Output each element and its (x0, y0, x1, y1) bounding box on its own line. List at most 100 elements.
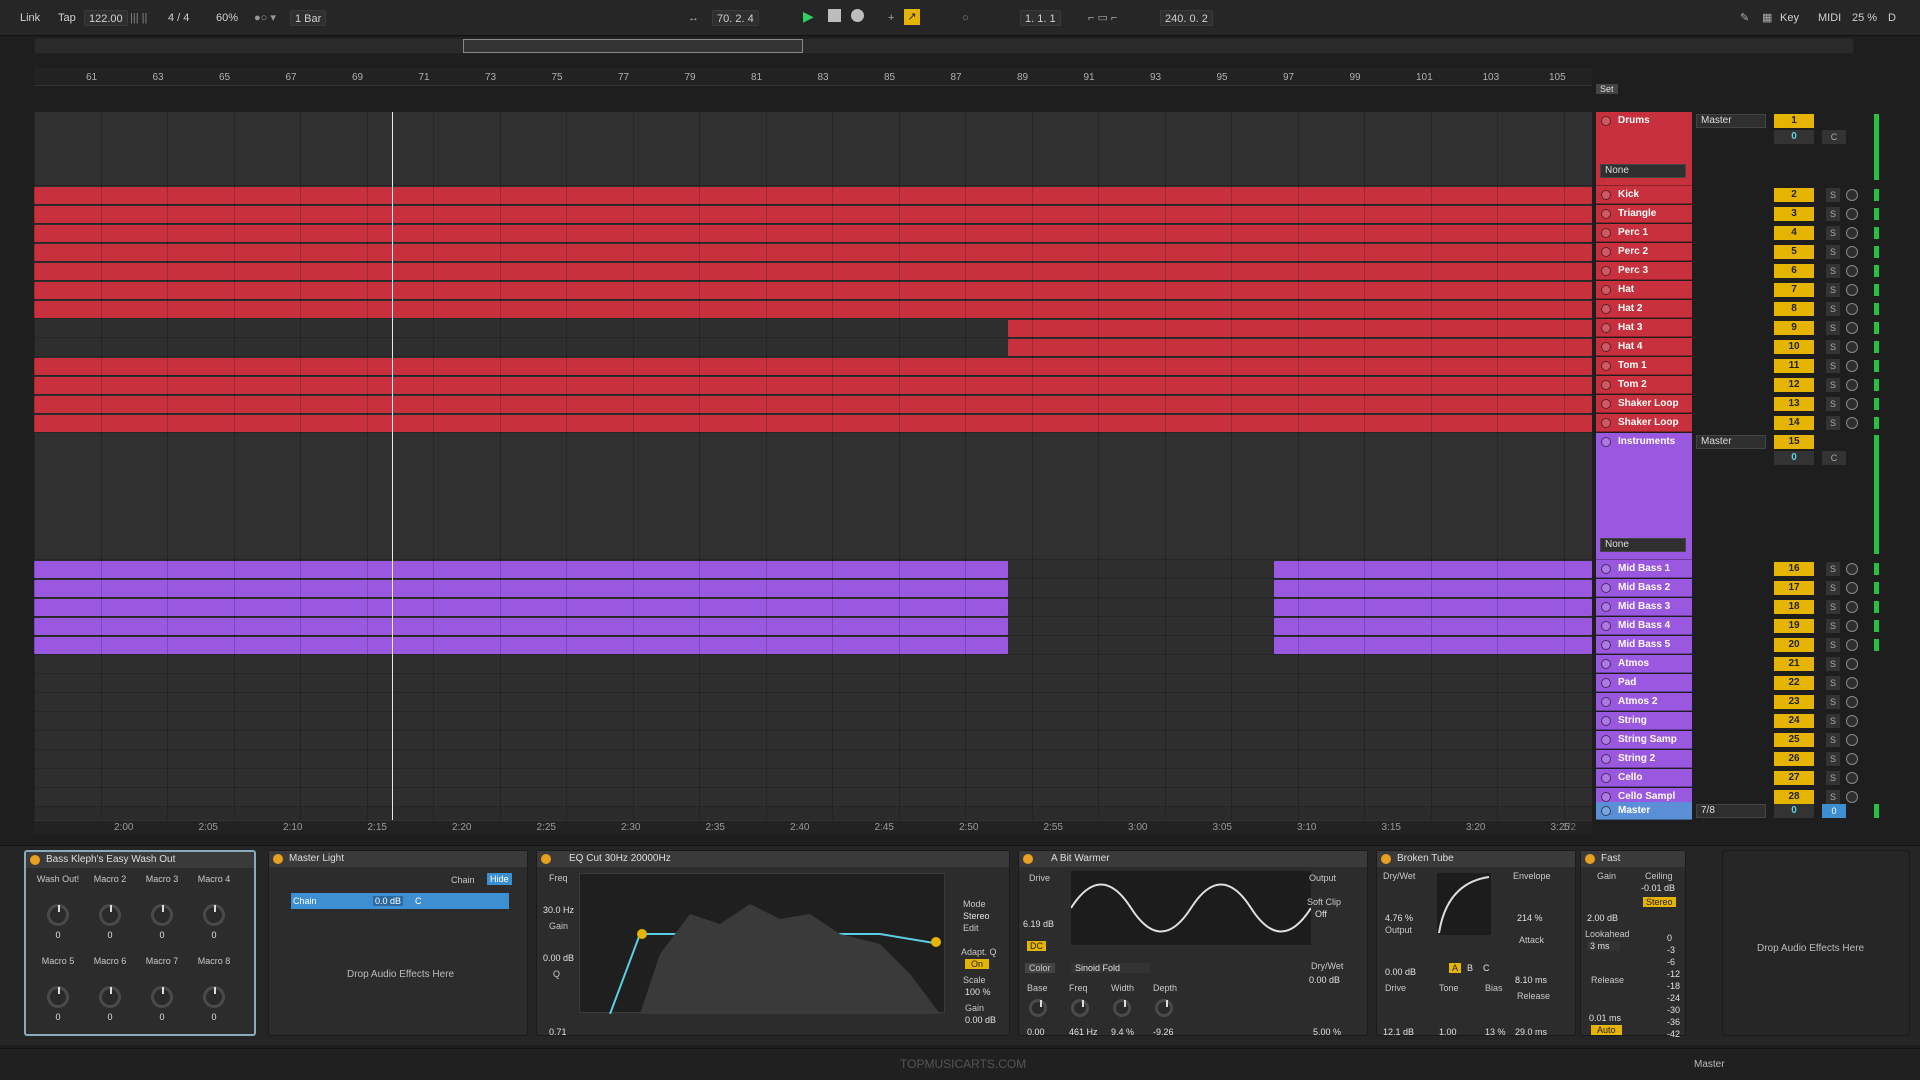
limiter-power-icon[interactable] (1585, 854, 1595, 864)
arm-button[interactable] (1846, 639, 1858, 651)
track-header[interactable]: Mid Bass 5 20 S (1596, 636, 1886, 654)
audio-clip[interactable] (1008, 320, 1592, 337)
waveshaper-select[interactable]: Sinoid Fold (1071, 963, 1151, 973)
draw-mode-icon[interactable]: ✎ (1740, 10, 1749, 26)
quantize-select[interactable]: 1 Bar (290, 10, 327, 26)
dry-wet-value[interactable]: 4.76 % (1385, 913, 1413, 923)
track-number[interactable]: 26 (1774, 752, 1814, 766)
hide-button[interactable]: Hide (487, 873, 512, 885)
track-lane[interactable] (34, 712, 1592, 731)
solo-button[interactable]: S (1826, 752, 1840, 766)
track-name[interactable]: Tom 2 (1596, 376, 1692, 394)
q-value[interactable]: 0.71 (549, 1027, 567, 1037)
track-activator-icon[interactable] (1601, 602, 1611, 612)
track-number[interactable]: 25 (1774, 733, 1814, 747)
release-value[interactable]: 29.0 ms (1515, 1027, 1547, 1037)
track-name[interactable]: Mid Bass 4 (1596, 617, 1692, 635)
freq-value[interactable]: 30.0 Hz (543, 905, 574, 915)
macro-knob[interactable] (99, 986, 121, 1008)
param-knob[interactable] (1113, 999, 1131, 1017)
track-header[interactable]: String 2 26 S (1596, 750, 1886, 768)
midi-clip[interactable] (1274, 561, 1592, 578)
track-activator-icon[interactable] (1601, 659, 1611, 669)
track-lane[interactable] (34, 674, 1592, 693)
rack-power-icon[interactable] (30, 855, 40, 865)
arm-button[interactable] (1846, 189, 1858, 201)
param-value[interactable]: 461 Hz (1069, 1027, 1098, 1037)
track-activator-icon[interactable] (1601, 583, 1611, 593)
arm-button[interactable] (1846, 620, 1858, 632)
follow-icon[interactable]: ↔ (688, 10, 699, 26)
tone-value[interactable]: 1.00 (1439, 1027, 1457, 1037)
track-activator-icon[interactable] (1601, 716, 1611, 726)
track-number[interactable]: 8 (1774, 302, 1814, 316)
param-knob[interactable] (1071, 999, 1089, 1017)
track-activator-icon[interactable] (1601, 697, 1611, 707)
track-lane[interactable] (34, 769, 1592, 788)
macro-knob[interactable] (151, 986, 173, 1008)
macro-value[interactable]: 0 (34, 930, 82, 940)
gain-value[interactable]: 2.00 dB (1587, 913, 1618, 923)
macro-value[interactable]: 0 (190, 930, 238, 940)
track-number[interactable]: 9 (1774, 321, 1814, 335)
master-track[interactable]: Master 7/8 0 0 (1596, 802, 1886, 820)
key-map-button[interactable]: Key (1780, 10, 1799, 26)
track-number[interactable]: 7 (1774, 283, 1814, 297)
solo-button[interactable]: S (1826, 600, 1840, 614)
track-activator-icon[interactable] (1601, 116, 1611, 126)
arm-button[interactable] (1846, 303, 1858, 315)
attack-value[interactable]: 8.10 ms (1515, 975, 1547, 985)
stop-button[interactable] (828, 9, 841, 22)
solo-button[interactable]: S (1826, 638, 1840, 652)
track-number[interactable]: 21 (1774, 657, 1814, 671)
track-number[interactable]: 4 (1774, 226, 1814, 240)
track-number[interactable]: 6 (1774, 264, 1814, 278)
solo-button[interactable]: S (1826, 733, 1840, 747)
metronome-icon[interactable]: ●○ ▾ (254, 10, 276, 26)
track-activator-icon[interactable] (1601, 806, 1611, 816)
track-header[interactable]: Mid Bass 4 19 S (1596, 617, 1886, 635)
output-routing-select[interactable]: Master (1696, 435, 1766, 449)
input-select[interactable]: None (1600, 164, 1686, 178)
beat-time-ruler[interactable]: 61 63 65 67 69 71 73 75 77 79 81 83 85 87 89 91 93 95 97 99… (34, 68, 1592, 86)
solo-button[interactable]: S (1826, 695, 1840, 709)
stereo-toggle[interactable]: Stereo (1643, 897, 1676, 907)
midi-map-button[interactable]: MIDI (1818, 10, 1841, 26)
arm-button[interactable] (1846, 284, 1858, 296)
arm-button[interactable] (1846, 601, 1858, 613)
midi-clip[interactable] (1274, 580, 1592, 597)
tempo-field[interactable]: 122.00 (84, 10, 128, 26)
arm-button[interactable] (1846, 265, 1858, 277)
track-name[interactable]: Perc 2 (1596, 243, 1692, 261)
track-number[interactable]: 20 (1774, 638, 1814, 652)
group-track-drums[interactable]: Drums Master None 1 0 C (1596, 112, 1886, 186)
track-header[interactable]: Hat 7 S (1596, 281, 1886, 299)
computer-keyboard-icon[interactable]: ▦ (1762, 10, 1772, 26)
output-gain-value[interactable]: 0.00 dB (965, 1015, 996, 1025)
audio-clip[interactable] (1008, 339, 1592, 356)
track-name[interactable]: Mid Bass 3 (1596, 598, 1692, 616)
rack-power-icon[interactable] (273, 854, 283, 864)
time-ruler[interactable]: 1/2 2:00 2:05 2:10 2:15 2:20 2:25 2:30 2:35 2:40… (34, 820, 1592, 834)
zoom-level[interactable]: 60% (216, 10, 238, 26)
midi-clip[interactable] (34, 580, 1008, 597)
solo-button[interactable]: S (1826, 207, 1840, 221)
track-activator-icon[interactable] (1601, 678, 1611, 688)
automation-arm-icon[interactable]: ↗ (904, 9, 920, 25)
scale-value[interactable]: 100 % (965, 987, 991, 997)
track-name[interactable]: Mid Bass 5 (1596, 636, 1692, 654)
solo-button[interactable]: S (1826, 416, 1840, 430)
rack-title[interactable]: Bass Kleph's Easy Wash Out (26, 852, 254, 868)
track-activator-icon[interactable] (1601, 735, 1611, 745)
track-header[interactable]: Perc 2 5S (1596, 243, 1886, 261)
midi-clip[interactable] (1274, 618, 1592, 635)
track-name[interactable]: Hat (1596, 281, 1692, 299)
lookahead-select[interactable]: 3 ms (1587, 941, 1620, 951)
track-activator-icon[interactable] (1601, 418, 1611, 428)
saturator-title[interactable]: A Bit Warmer (1019, 851, 1367, 867)
arrangement-view[interactable] (34, 112, 1592, 820)
macro-knob[interactable] (203, 986, 225, 1008)
solo-button[interactable]: S (1826, 302, 1840, 316)
audio-clip[interactable] (34, 187, 1592, 204)
track-header[interactable]: String 24 S (1596, 712, 1886, 730)
